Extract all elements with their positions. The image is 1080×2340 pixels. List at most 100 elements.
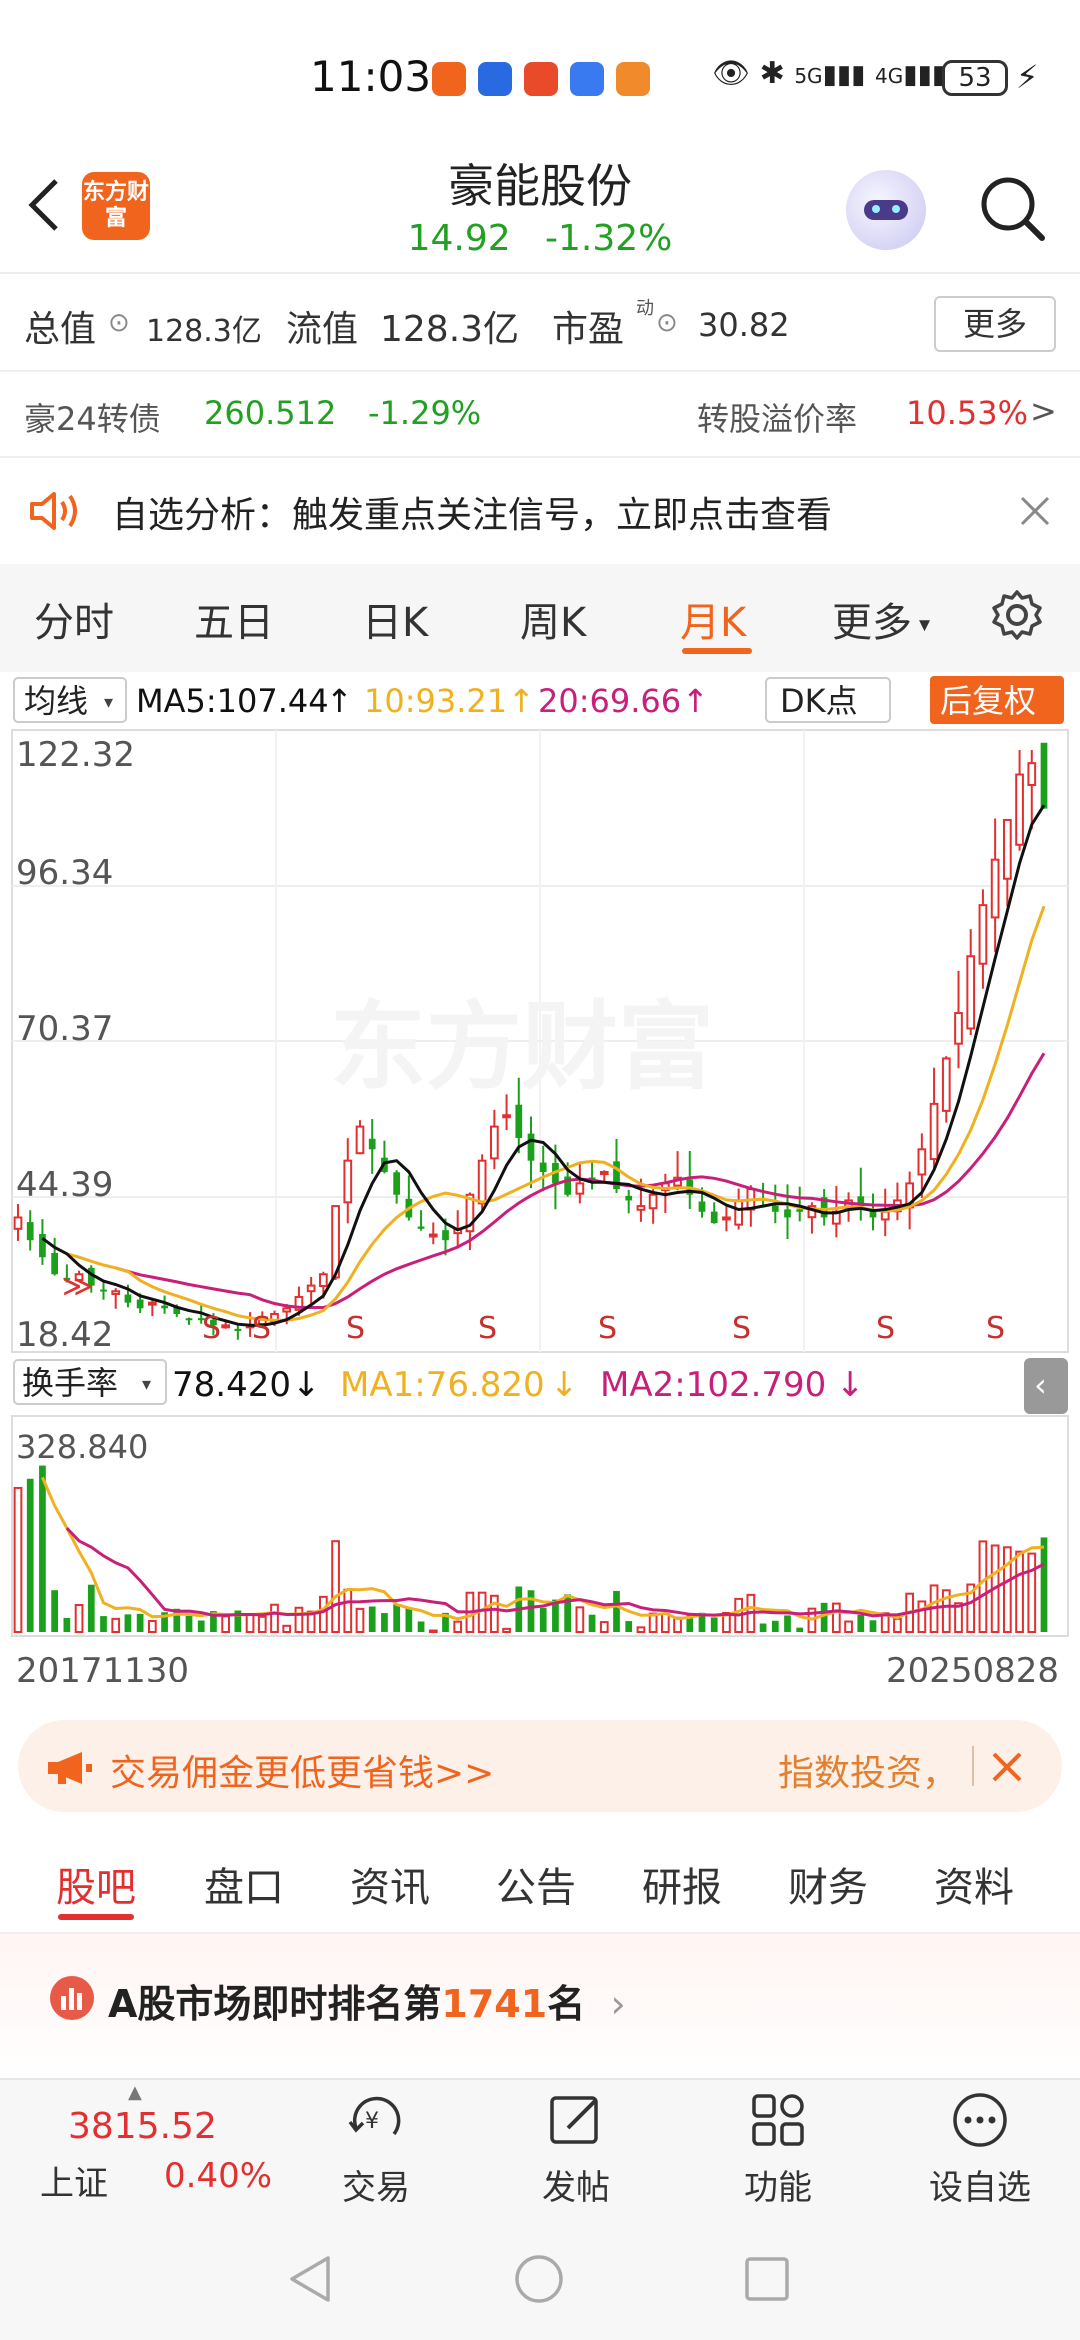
tab-five-day[interactable]: 五日 xyxy=(194,590,274,648)
tab-more[interactable]: 更多 ▾ xyxy=(832,590,930,648)
turnover-bar xyxy=(784,1615,791,1632)
info-icon[interactable]: ⊙ xyxy=(656,308,678,338)
candle-body xyxy=(515,1104,523,1138)
tab-financials[interactable]: 财务 xyxy=(788,1855,868,1913)
back-arrow-icon[interactable] xyxy=(24,175,64,235)
signal-marker-buy: ≫ xyxy=(62,1269,93,1304)
turnover-bar xyxy=(502,1627,511,1633)
stock-name: 豪能股份 xyxy=(448,159,632,213)
price-axis-label: 44.39 xyxy=(16,1165,113,1205)
candle-body xyxy=(917,1148,927,1176)
turnover-bar xyxy=(539,1607,547,1632)
turnover-bar xyxy=(124,1614,132,1632)
end-date: 20250828 xyxy=(886,1651,1059,1682)
nav-post[interactable]: 发帖 xyxy=(506,2086,646,2208)
turnover-bar xyxy=(831,1602,841,1634)
ma5-arrow-icon: ↑ xyxy=(326,682,353,720)
candle-body xyxy=(355,1125,365,1155)
turnover-bar xyxy=(63,1617,71,1632)
dk-point-label: DK点 xyxy=(780,682,858,720)
turnover-bar xyxy=(710,1617,718,1632)
turnover-bar xyxy=(588,1614,596,1632)
convertible-bond-name[interactable]: 豪24转债 xyxy=(24,394,161,440)
tab-intraday[interactable]: 分时 xyxy=(34,590,114,648)
divider xyxy=(0,456,1080,458)
tab-order-book[interactable]: 盘口 xyxy=(204,1855,284,1913)
tab-monthly-k[interactable]: 月K xyxy=(680,590,746,648)
home-circle-icon[interactable] xyxy=(512,2252,566,2306)
turnover-bar xyxy=(331,1540,340,1634)
signal-marker-s: S xyxy=(598,1311,617,1346)
tab-profile[interactable]: 资料 xyxy=(934,1855,1014,1913)
expand-up-icon[interactable]: ▲ xyxy=(128,2082,142,2103)
candle-body xyxy=(234,1328,242,1332)
candle-body xyxy=(954,1012,963,1045)
app-notification-icon xyxy=(432,62,466,96)
more-stats-button[interactable]: 更多 xyxy=(934,296,1056,352)
active-tab-underline xyxy=(682,648,752,654)
turnover-ma2-arrow-icon: ↓ xyxy=(836,1365,865,1405)
turnover-bar xyxy=(282,1624,292,1634)
nav-add-watchlist[interactable]: 设自选 xyxy=(910,2086,1050,2208)
index-name[interactable]: 上证 xyxy=(40,2156,108,2205)
app-logo[interactable]: 东方财富 xyxy=(82,172,150,240)
back-triangle-icon[interactable] xyxy=(284,2252,338,2306)
divider xyxy=(972,1746,974,1786)
tab-research[interactable]: 研报 xyxy=(642,1855,722,1913)
tab-announcements[interactable]: 公告 xyxy=(496,1855,576,1913)
chevron-right-icon[interactable]: > xyxy=(1030,392,1057,430)
search-icon[interactable] xyxy=(976,172,1048,244)
pe-dynamic-mark: 动 xyxy=(636,298,654,319)
notice-text[interactable]: 自选分析：触发重点关注信号，立即点击查看 xyxy=(112,486,832,538)
candle-body xyxy=(929,1102,939,1161)
signal-marker-s: S xyxy=(876,1311,895,1346)
promo-secondary-text[interactable]: 指数投资， xyxy=(778,1744,958,1796)
market-rank-text[interactable]: A股市场即时排名第1741名 › xyxy=(108,1973,626,2028)
tab-news[interactable]: 资讯 xyxy=(350,1855,430,1913)
index-change[interactable]: 0.40% xyxy=(164,2156,272,2196)
convertible-bond-change: -1.29% xyxy=(368,394,482,432)
index-value[interactable]: 3815.52 xyxy=(68,2106,217,2147)
assistant-robot-icon[interactable] xyxy=(846,170,926,250)
turnover-bar xyxy=(759,1623,767,1632)
turnover-bar xyxy=(197,1620,205,1632)
close-icon[interactable] xyxy=(1018,494,1052,528)
premium-value[interactable]: 10.53% xyxy=(906,394,1028,432)
candle-body xyxy=(136,1299,144,1309)
header-divider xyxy=(0,272,1080,274)
tab-weekly-k[interactable]: 周K xyxy=(520,590,586,648)
close-icon[interactable] xyxy=(990,1750,1024,1784)
more-dots-icon xyxy=(953,2093,1007,2147)
signal-marker-s: S xyxy=(986,1311,1005,1346)
turnover-ma1-line xyxy=(41,1476,1045,1621)
turnover-bar xyxy=(257,1615,267,1633)
candle-body xyxy=(941,1057,951,1112)
turnover-bar xyxy=(771,1620,779,1632)
bluetooth-icon: ✱ xyxy=(759,56,785,91)
nav-trade[interactable]: ¥ 交易 xyxy=(306,2086,446,2208)
settings-gear-icon[interactable] xyxy=(990,588,1044,642)
turnover-bar xyxy=(1040,1537,1048,1632)
tab-daily-k[interactable]: 日K xyxy=(362,590,428,648)
candle-body xyxy=(477,1159,487,1205)
tab-guba[interactable]: 股吧 xyxy=(56,1855,136,1913)
recent-apps-icon[interactable] xyxy=(742,2254,792,2304)
start-date: 20171130 xyxy=(16,1651,189,1682)
candle-body xyxy=(428,1233,438,1238)
candle-body xyxy=(784,1209,791,1218)
candle-body xyxy=(636,1205,646,1211)
turnover-ma2-line xyxy=(65,1527,1045,1618)
ma5-value: MA5:107.44 xyxy=(136,682,329,720)
chevron-right-icon: › xyxy=(598,1982,626,2026)
candle-body xyxy=(417,1226,425,1229)
nav-functions[interactable]: 功能 xyxy=(708,2086,848,2208)
promo-text[interactable]: 交易佣金更低更省钱>> xyxy=(110,1744,494,1796)
candle-body xyxy=(575,1182,585,1195)
turnover-axis-max: 328.840 xyxy=(16,1428,148,1466)
chevron-left-icon: ‹ xyxy=(1034,1366,1047,1404)
info-icon[interactable]: ⊙ xyxy=(108,308,130,338)
candle-body xyxy=(710,1211,718,1224)
candle-body xyxy=(978,904,988,965)
turnover-bar xyxy=(381,1613,388,1632)
k-line-chart[interactable]: 均线 ▾ MA5:107.44 ↑ 10:93.21 ↑ 20:69.66 ↑ … xyxy=(0,672,1080,1682)
